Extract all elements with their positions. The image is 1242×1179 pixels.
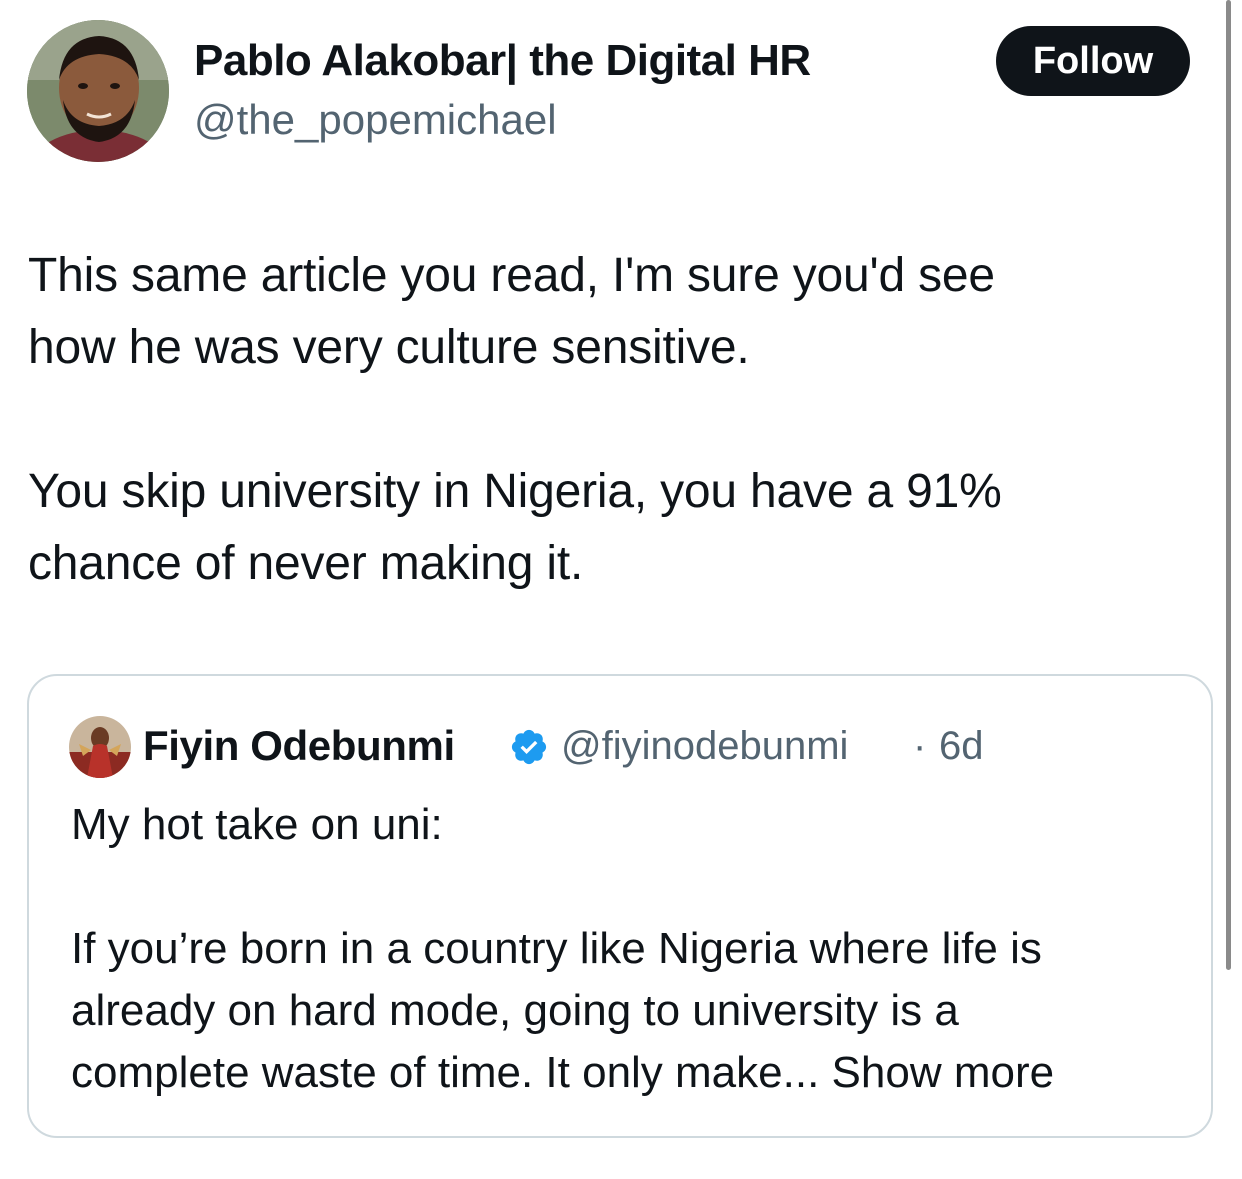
scrollbar[interactable] (1226, 0, 1231, 970)
quoted-author-avatar[interactable] (69, 716, 131, 778)
author-name[interactable]: Pablo Alakobar| the Digital HR (194, 36, 811, 86)
person-avatar-icon (27, 20, 169, 162)
person-avatar-icon (69, 716, 131, 778)
quoted-tweet-text: My hot take on uni: If you’re born in a … (71, 794, 1181, 1104)
follow-button[interactable]: Follow (996, 26, 1190, 96)
verified-badge-icon (511, 729, 547, 765)
show-more-link[interactable]: Show more (819, 1048, 1055, 1097)
quoted-tweet-card[interactable]: Fiyin Odebunmi @fiyinodebunmi · 6d My ho… (27, 674, 1213, 1138)
tweet-text: This same article you read, I'm sure you… (28, 249, 1002, 590)
quoted-tweet-time[interactable]: 6d (939, 724, 984, 769)
quoted-author-handle[interactable]: @fiyinodebunmi (561, 724, 848, 769)
author-handle[interactable]: @the_popemichael (194, 96, 557, 144)
quoted-author-name[interactable]: Fiyin Odebunmi (143, 722, 455, 770)
author-avatar[interactable] (27, 20, 169, 162)
meta-separator: · (913, 724, 927, 768)
